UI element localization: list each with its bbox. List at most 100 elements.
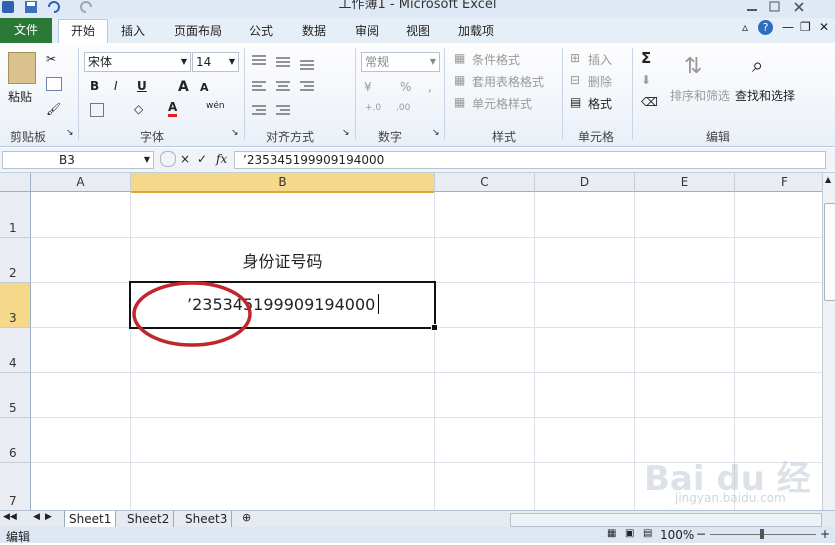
insert-function-button[interactable]: fx — [216, 152, 227, 166]
vertical-scrollbar[interactable]: ▲ — [822, 173, 835, 510]
font-launcher-icon[interactable]: ↘ — [231, 128, 239, 138]
ribbon-collapse-icon[interactable]: ▵ — [742, 20, 748, 34]
sheet-nav-prev-icon[interactable]: ◀ — [33, 512, 40, 522]
row-header-2[interactable]: 2 — [0, 238, 31, 283]
tab-home[interactable]: 开始 — [58, 19, 108, 44]
tab-view[interactable]: 视图 — [406, 22, 430, 39]
sheet-nav-next-icon[interactable]: ▶ — [45, 512, 52, 522]
column-header-d[interactable]: D — [535, 173, 635, 192]
row-header-3[interactable]: 3 — [0, 283, 31, 328]
tab-review[interactable]: 审阅 — [355, 22, 379, 39]
clipboard-launcher-icon[interactable]: ↘ — [66, 128, 74, 138]
zoom-in-button[interactable]: + — [820, 527, 830, 541]
delete-cells-button[interactable]: 删除 — [588, 73, 612, 90]
row-header-1[interactable]: 1 — [0, 192, 31, 238]
alignment-launcher-icon[interactable]: ↘ — [342, 128, 350, 138]
grow-font-button[interactable]: A — [178, 79, 189, 95]
copy-icon[interactable] — [46, 77, 62, 91]
cancel-button[interactable]: × — [180, 152, 190, 166]
worksheet-grid[interactable]: A B C D E F 1 2 3 4 5 6 7 身份证号码 ’2353451… — [0, 173, 822, 510]
italic-button[interactable]: I — [114, 79, 118, 93]
window-minimize-icon[interactable]: — — [782, 20, 794, 34]
number-launcher-icon[interactable]: ↘ — [432, 128, 440, 138]
column-header-b[interactable]: B — [131, 173, 435, 193]
zoom-slider[interactable] — [710, 529, 816, 539]
row-header-4[interactable]: 4 — [0, 328, 31, 373]
name-box[interactable]: B3 ▼ — [2, 151, 154, 169]
number-format-select[interactable]: 常规 ▼ — [361, 52, 440, 72]
window-restore-icon[interactable]: ❐ — [800, 20, 811, 34]
format-cells-button[interactable]: 格式 — [588, 95, 612, 112]
page-break-view-icon[interactable]: ▤ — [643, 528, 652, 539]
phonetic-button[interactable]: wén — [206, 101, 225, 111]
decrease-decimal-button[interactable]: .00 — [396, 103, 410, 113]
bold-button[interactable]: B — [90, 79, 99, 93]
clear-icon[interactable]: ⌫ — [641, 95, 658, 109]
scroll-up-icon[interactable]: ▲ — [825, 175, 831, 184]
sheet-tab-bar: ◀◀ ◀ ▶ Sheet1 Sheet2 Sheet3 ⊕ — [0, 510, 835, 528]
enter-button[interactable]: ✓ — [197, 152, 207, 166]
cell-b2[interactable]: 身份证号码 — [131, 248, 434, 272]
font-size-select[interactable]: 14 ▼ — [192, 52, 239, 72]
insert-sheet-icon[interactable]: ⊕ — [242, 511, 251, 524]
tab-data[interactable]: 数据 — [302, 22, 326, 39]
restore-icon[interactable] — [768, 0, 782, 14]
underline-button[interactable]: U — [137, 79, 147, 93]
tab-formulas[interactable]: 公式 — [249, 22, 273, 39]
number-format-value: 常规 — [365, 55, 390, 69]
tab-insert[interactable]: 插入 — [121, 22, 145, 39]
currency-icon[interactable]: ¥ — [364, 80, 372, 94]
help-icon[interactable]: ? — [758, 20, 773, 35]
page-layout-view-icon[interactable]: ▣ — [625, 528, 634, 539]
sheet-tab-3[interactable]: Sheet3 — [181, 511, 233, 527]
fill-icon[interactable]: ⬇ — [641, 73, 651, 87]
increase-decimal-button[interactable]: +.0 — [365, 103, 381, 113]
sort-filter-button[interactable]: 排序和筛选 — [670, 87, 730, 104]
conditional-format-button[interactable]: 条件格式 — [472, 51, 520, 68]
horizontal-scrollbar[interactable] — [510, 513, 822, 527]
alignment-icons[interactable] — [250, 52, 350, 122]
border-icon[interactable] — [90, 103, 104, 117]
sheet-nav-first-icon[interactable]: ◀◀ — [3, 512, 17, 522]
comma-button[interactable]: , — [428, 80, 432, 94]
fill-handle[interactable] — [431, 324, 438, 331]
find-select-button[interactable]: 查找和选择 — [735, 87, 795, 104]
sheet-tab-2[interactable]: Sheet2 — [123, 511, 175, 527]
normal-view-icon[interactable]: ▦ — [607, 528, 616, 539]
select-all-corner[interactable] — [0, 173, 31, 192]
paste-button[interactable]: 粘贴 — [8, 88, 32, 105]
fill-color-icon[interactable]: ◇ — [134, 102, 143, 116]
row-header-6[interactable]: 6 — [0, 418, 31, 463]
row-header-7[interactable]: 7 — [0, 463, 31, 510]
shrink-font-button[interactable]: A — [200, 81, 209, 94]
close-icon[interactable] — [792, 0, 806, 14]
window-close-icon[interactable]: ✕ — [819, 20, 829, 34]
zoom-level[interactable]: 100% — [660, 528, 694, 542]
column-header-c[interactable]: C — [435, 173, 535, 192]
tab-file[interactable]: 文件 — [0, 18, 52, 43]
row-header-5[interactable]: 5 — [0, 373, 31, 418]
cell-styles-button[interactable]: 单元格样式 — [472, 95, 532, 112]
tab-page-layout[interactable]: 页面布局 — [174, 22, 222, 39]
sheet-tab-1[interactable]: Sheet1 — [64, 511, 117, 527]
divider — [355, 48, 356, 140]
scroll-thumb[interactable] — [824, 203, 835, 301]
format-painter-icon[interactable]: 🖌 — [46, 102, 61, 116]
column-header-a[interactable]: A — [31, 173, 131, 192]
paste-icon[interactable] — [8, 52, 36, 84]
format-as-table-button[interactable]: 套用表格格式 — [472, 73, 544, 90]
percent-button[interactable]: % — [400, 80, 411, 94]
formula-input[interactable]: ’235345199909194000 — [234, 151, 826, 169]
zoom-out-button[interactable]: − — [696, 527, 706, 541]
insert-cells-button[interactable]: 插入 — [588, 51, 612, 68]
minimize-icon[interactable] — [745, 0, 759, 14]
column-header-e[interactable]: E — [635, 173, 735, 192]
tab-addins[interactable]: 加载项 — [458, 22, 494, 39]
gridline — [434, 192, 435, 510]
column-header-f[interactable]: F — [735, 173, 822, 192]
font-name-select[interactable]: 宋体 ▼ — [84, 52, 191, 72]
zoom-slider-thumb[interactable] — [760, 529, 764, 539]
font-color-button[interactable]: A — [168, 100, 178, 117]
autosum-button[interactable]: Σ — [641, 49, 651, 67]
cut-icon[interactable]: ✂ — [46, 52, 56, 66]
